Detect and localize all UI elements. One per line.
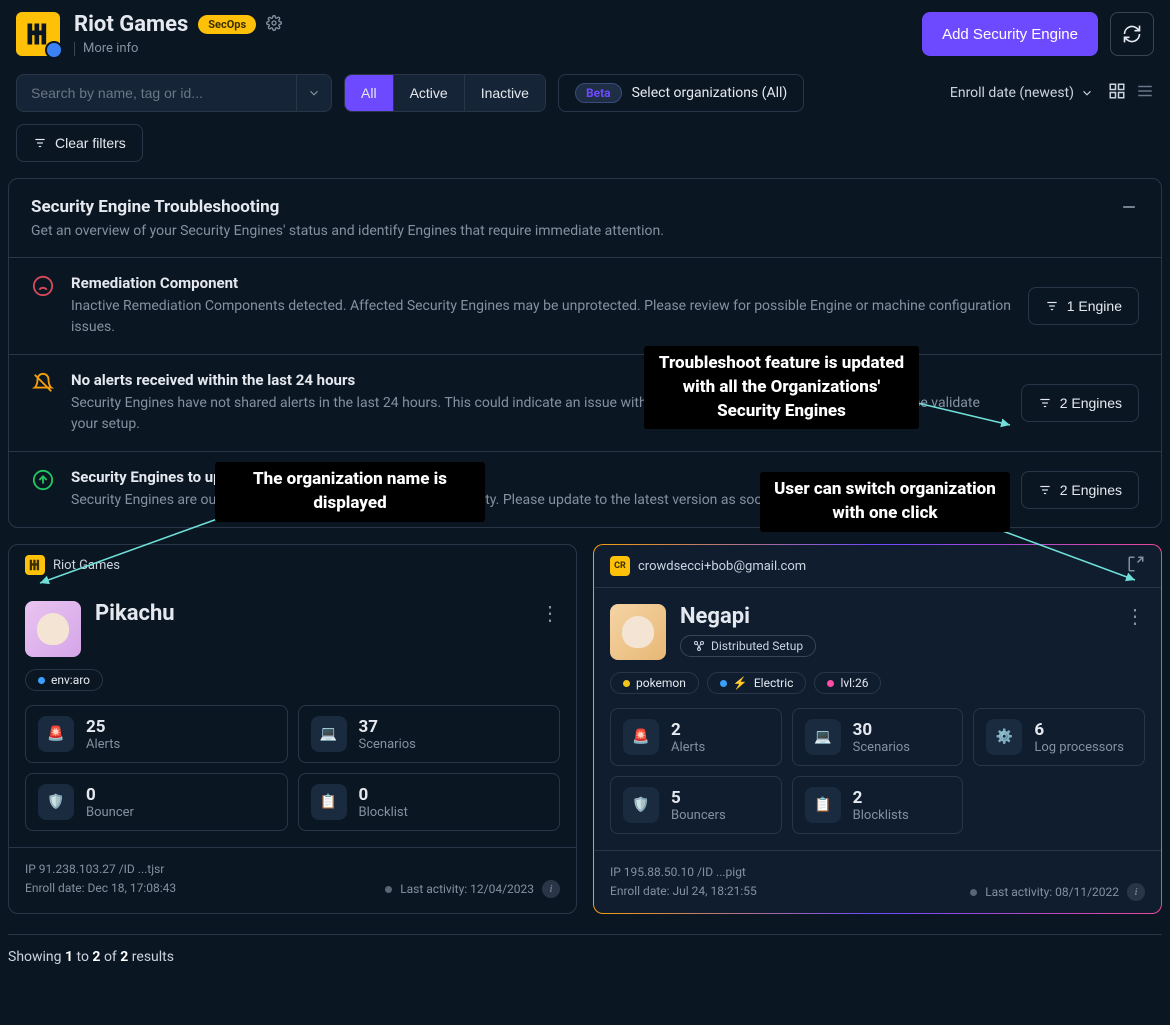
distributed-badge: Distributed Setup	[680, 635, 816, 657]
tag: lvl:26	[814, 672, 881, 694]
card-menu-icon[interactable]: ⋮	[540, 601, 560, 625]
tag: ⚡Electric	[707, 672, 807, 694]
engine-name: Negapi	[680, 604, 816, 629]
engine-enroll-date: Enroll date: Jul 24, 18:21:55	[610, 882, 757, 901]
org-avatar-icon: CR	[610, 556, 630, 576]
tag: env:aro	[25, 669, 103, 691]
org-select[interactable]: Beta Select organizations (All)	[558, 74, 804, 112]
stat-blocklist: 📋0Blocklist	[298, 773, 561, 831]
callout: The organization name is displayed	[215, 462, 485, 522]
clear-filters-button[interactable]: Clear filters	[16, 124, 143, 162]
list-icon: 📋	[805, 787, 841, 823]
refresh-button[interactable]	[1110, 12, 1154, 56]
seg-all[interactable]: All	[345, 75, 394, 111]
tag: pokemon	[610, 672, 699, 694]
last-activity: Last activity: 08/11/2022	[985, 885, 1119, 899]
stat-alerts: 🚨2Alerts	[610, 708, 782, 766]
card-menu-icon[interactable]: ⋮	[1125, 604, 1145, 628]
search-dropdown[interactable]	[296, 74, 332, 112]
shield-icon: 🛡️	[623, 787, 659, 823]
grid-view-icon[interactable]	[1108, 82, 1126, 104]
callout: User can switch organization with one cl…	[760, 472, 1010, 532]
filter-engines-button[interactable]: 2 Engines	[1021, 384, 1139, 422]
secops-badge: SecOps	[198, 15, 256, 34]
engine-avatar	[25, 601, 81, 657]
stat-log-processors: ⚙️6Log processors	[973, 708, 1145, 766]
engine-avatar	[610, 604, 666, 660]
engine-ip: IP 91.238.103.27 /ID ...tjsr	[25, 860, 176, 879]
info-icon[interactable]: i	[542, 880, 560, 898]
scenario-icon: 💻	[311, 716, 347, 752]
org-name: crowdsecci+bob@gmail.com	[638, 559, 806, 574]
results-summary: Showing 1 to 2 of 2 results	[0, 935, 1170, 979]
seg-active[interactable]: Active	[394, 75, 465, 111]
add-engine-button[interactable]: Add Security Engine	[922, 12, 1098, 56]
filter-engines-button[interactable]: 2 Engines	[1021, 471, 1139, 509]
engine-card[interactable]: Riot Games Pikachu ⋮ env:aro 🚨25Alerts 💻…	[8, 544, 577, 914]
stat-scenarios: 💻37Scenarios	[298, 705, 561, 763]
engine-card[interactable]: CR crowdsecci+bob@gmail.com Negapi Distr…	[593, 544, 1162, 914]
bell-off-icon	[31, 371, 55, 395]
stat-bouncer: 🛡️0Bouncer	[25, 773, 288, 831]
collapse-icon[interactable]	[1119, 197, 1139, 221]
sad-face-icon	[31, 274, 55, 298]
list-view-icon[interactable]	[1136, 82, 1154, 104]
upload-icon	[31, 468, 55, 492]
filter-engines-button[interactable]: 1 Engine	[1028, 287, 1139, 325]
page-title: Riot Games	[74, 12, 188, 37]
processor-icon: ⚙️	[986, 719, 1022, 755]
engine-name: Pikachu	[95, 601, 175, 626]
last-activity: Last activity: 12/04/2023	[400, 882, 534, 896]
panel-title: Security Engine Troubleshooting	[31, 197, 664, 217]
stat-alerts: 🚨25Alerts	[25, 705, 288, 763]
gear-icon[interactable]	[266, 15, 282, 35]
stat-blocklists: 📋2Blocklists	[792, 776, 964, 834]
alert-icon: 🚨	[623, 719, 659, 755]
trouble-row: Remediation Component Inactive Remediati…	[9, 257, 1161, 354]
engine-enroll-date: Enroll date: Dec 18, 17:08:43	[25, 879, 176, 898]
beta-badge: Beta	[575, 83, 622, 103]
brand-logo	[16, 12, 60, 56]
engine-ip: IP 195.88.50.10 /ID ...pigt	[610, 863, 757, 882]
stat-bouncers: 🛡️5Bouncers	[610, 776, 782, 834]
org-select-label: Select organizations (All)	[632, 85, 788, 101]
sort-dropdown[interactable]: Enroll date (newest)	[950, 85, 1094, 101]
scenario-icon: 💻	[805, 719, 841, 755]
more-info-link[interactable]: More info	[74, 41, 282, 56]
info-icon[interactable]: i	[1127, 883, 1145, 901]
status-segment: All Active Inactive	[344, 74, 546, 112]
search-input[interactable]	[16, 74, 296, 112]
seg-inactive[interactable]: Inactive	[465, 75, 545, 111]
callout: Troubleshoot feature is updated with all…	[644, 346, 919, 429]
panel-subtitle: Get an overview of your Security Engines…	[31, 223, 664, 239]
alert-icon: 🚨	[38, 716, 74, 752]
list-icon: 📋	[311, 784, 347, 820]
shield-icon: 🛡️	[38, 784, 74, 820]
stat-scenarios: 💻30Scenarios	[792, 708, 964, 766]
